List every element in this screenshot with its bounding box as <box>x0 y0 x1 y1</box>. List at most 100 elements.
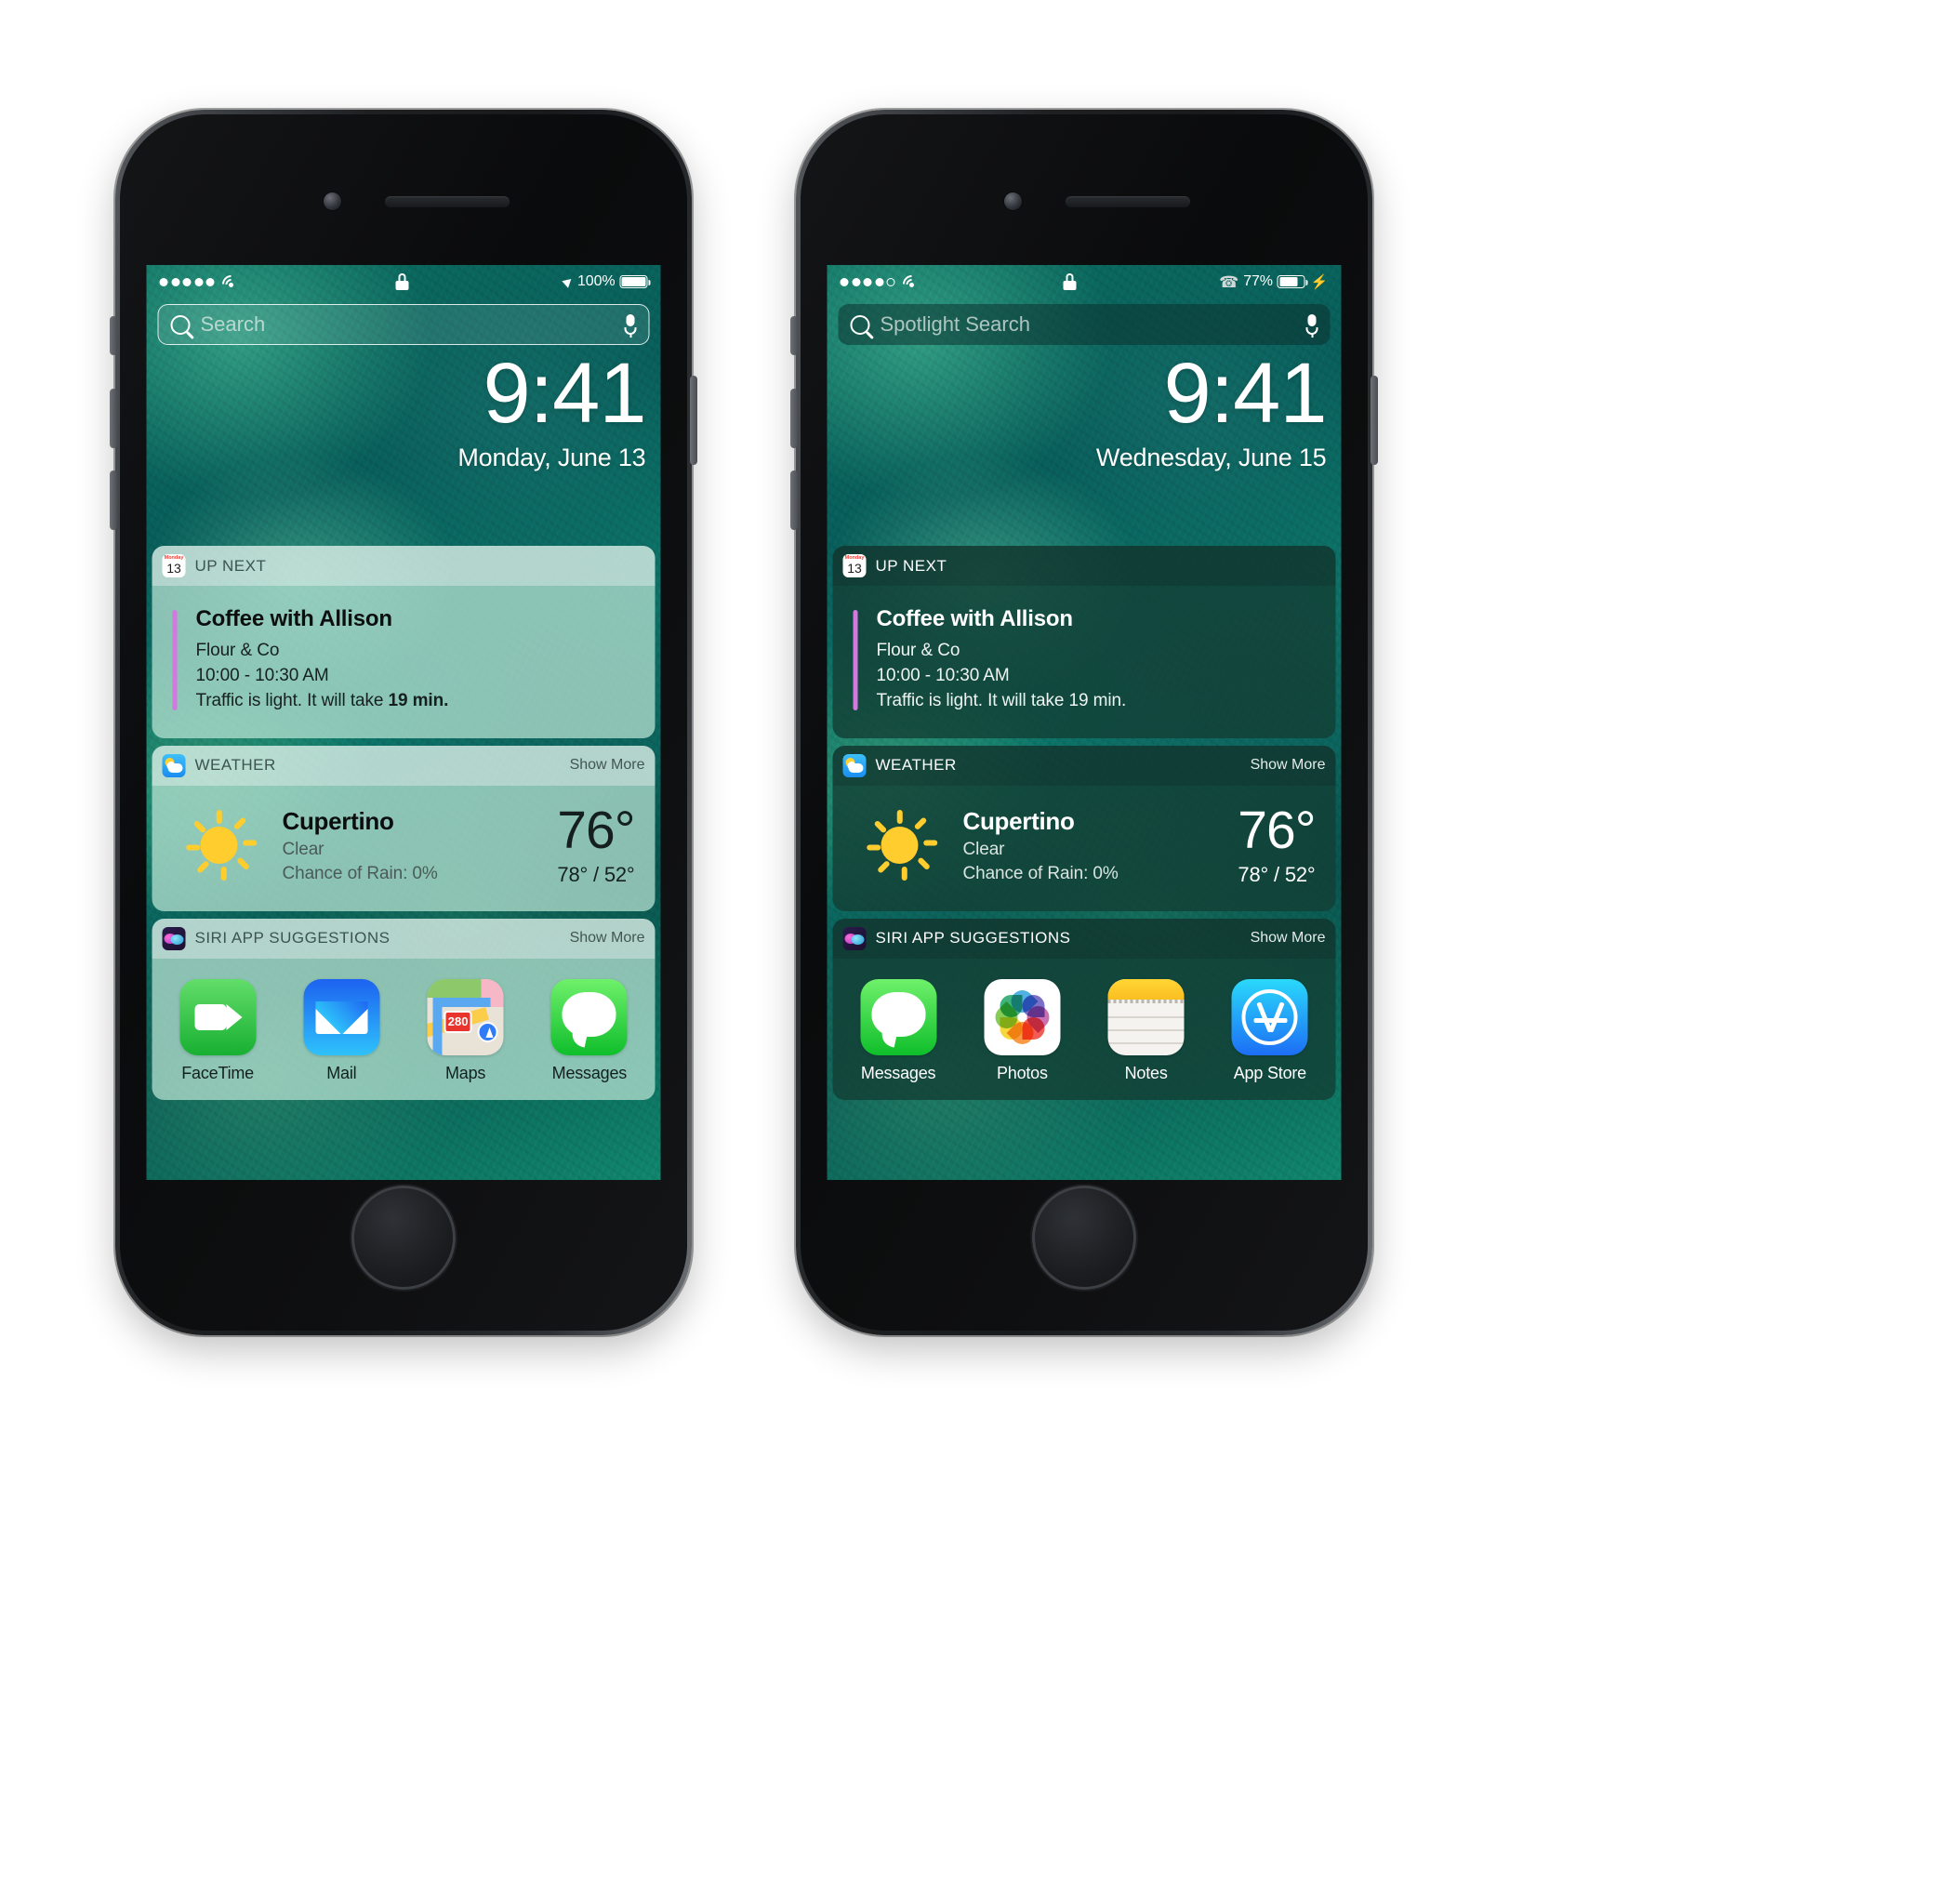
widget-title: SIRI APP SUGGESTIONS <box>194 929 391 948</box>
search-icon <box>850 314 870 335</box>
show-more-button[interactable]: Show More <box>1251 930 1326 947</box>
front-camera <box>324 192 341 210</box>
traffic-prefix: Traffic is light. It will take <box>876 690 1069 710</box>
widget-up-next-right[interactable]: Monday 13 UP NEXT Coffee with Allison Fl… <box>832 546 1336 738</box>
widget-body: Cupertino Clear Chance of Rain: 0% 76° 7… <box>152 785 656 911</box>
status-bar-left: 100% <box>147 265 661 298</box>
battery-percent-label: 77% <box>1243 273 1273 289</box>
app-suggestion-messages[interactable]: Messages <box>837 978 960 1083</box>
weather-current-temp: 76° <box>1238 800 1316 860</box>
siri-icon <box>842 926 867 950</box>
event-accent-bar <box>172 610 178 710</box>
status-left-group <box>840 271 924 297</box>
earpiece-speaker <box>385 196 510 207</box>
weather-condition: Clear <box>282 839 324 859</box>
app-suggestion-maps[interactable]: 280 Maps <box>404 978 527 1083</box>
widget-title: UP NEXT <box>875 556 947 575</box>
calendar-day: 13 <box>166 561 181 576</box>
traffic-duration: 19 min. <box>1068 690 1127 710</box>
messages-icon <box>550 978 628 1055</box>
widget-header: Monday 13 UP NEXT <box>152 546 656 586</box>
messages-icon <box>860 978 937 1055</box>
widget-title: SIRI APP SUGGESTIONS <box>875 929 1071 948</box>
status-right-group: ☎ 77% ⚡ <box>1219 273 1328 290</box>
lockscreen-clock-right: 9:41 Wednesday, June 15 <box>1096 351 1328 472</box>
phone-screen-right: ☎ 77% ⚡ Spotlight Search 9:41 Wednesday,… <box>827 265 1342 1180</box>
show-more-button[interactable]: Show More <box>570 757 645 774</box>
show-more-button[interactable]: Show More <box>570 930 645 947</box>
search-icon <box>170 314 191 335</box>
microphone-icon[interactable] <box>1305 314 1318 338</box>
app-suggestion-photos[interactable]: Photos <box>960 978 1084 1083</box>
weather-icon <box>842 753 867 777</box>
notes-icon <box>1107 978 1185 1055</box>
widget-title: WEATHER <box>194 756 276 775</box>
battery-percent-label: 100% <box>576 273 616 289</box>
microphone-icon[interactable] <box>624 314 637 338</box>
facetime-icon <box>179 978 257 1055</box>
app-label: FaceTime <box>181 1063 254 1082</box>
search-bar-right[interactable]: Spotlight Search <box>838 304 1331 345</box>
app-label: Mail <box>326 1063 357 1082</box>
siri-icon <box>162 926 186 950</box>
volume-down-button[interactable] <box>110 470 117 530</box>
widget-siri-suggestions-right[interactable]: SIRI APP SUGGESTIONS Show More Messages <box>832 918 1336 1100</box>
lock-icon <box>1063 273 1077 290</box>
widget-weather-right[interactable]: WEATHER Show More Cupertino Clear Chance… <box>832 745 1336 911</box>
event-time: 10:00 - 10:30 AM <box>195 665 329 685</box>
widget-stack-right: Monday 13 UP NEXT Coffee with Allison Fl… <box>832 546 1336 1180</box>
event-location: Flour & Co <box>195 641 280 660</box>
ring-switch[interactable] <box>790 316 798 355</box>
widget-header: WEATHER Show More <box>152 745 656 786</box>
phone-screen-left: 100% Search 9:41 Monday, June 13 Monday … <box>146 265 661 1180</box>
app-label: Photos <box>996 1063 1048 1082</box>
wifi-icon <box>218 271 244 297</box>
weather-current-temp: 76° <box>557 800 635 860</box>
show-more-button[interactable]: Show More <box>1251 757 1326 774</box>
app-suggestion-facetime[interactable]: FaceTime <box>156 978 280 1083</box>
search-input[interactable]: Search <box>201 312 625 337</box>
event-location: Flour & Co <box>876 641 960 660</box>
widget-siri-suggestions-left[interactable]: SIRI APP SUGGESTIONS Show More FaceTime … <box>152 918 656 1100</box>
home-button[interactable] <box>1032 1186 1136 1290</box>
event-traffic: Traffic is light. It will take 19 min. <box>196 689 449 714</box>
widget-body: Messages Photos Notes App Store <box>832 958 1336 1100</box>
battery-icon <box>1277 275 1308 288</box>
app-suggestion-notes[interactable]: Notes <box>1084 978 1208 1083</box>
app-label: Notes <box>1124 1063 1168 1082</box>
weather-city: Cupertino <box>962 806 1075 835</box>
earpiece-speaker <box>1066 196 1190 207</box>
power-button[interactable] <box>1371 376 1378 465</box>
traffic-prefix: Traffic is light. It will take <box>195 690 389 710</box>
charging-bolt-icon: ⚡ <box>1310 273 1329 290</box>
widget-header: SIRI APP SUGGESTIONS Show More <box>832 918 1336 959</box>
widget-up-next-left[interactable]: Monday 13 UP NEXT Coffee with Allison Fl… <box>152 546 656 738</box>
weather-info: Cupertino Clear Chance of Rain: 0% <box>963 807 1238 884</box>
app-label: Messages <box>860 1063 936 1082</box>
volume-up-button[interactable] <box>110 389 117 448</box>
widget-weather-left[interactable]: WEATHER Show More Cupertino Clear Chance… <box>152 745 656 911</box>
appstore-icon <box>1231 978 1308 1055</box>
ring-switch[interactable] <box>110 316 117 355</box>
search-bar-left[interactable]: Search <box>157 304 650 345</box>
location-arrow-icon <box>562 275 576 288</box>
weather-high-low: 78° / 52° <box>557 862 635 886</box>
app-suggestion-mail[interactable]: Mail <box>280 978 404 1083</box>
widget-body: Coffee with Allison Flour & Co 10:00 - 1… <box>152 586 656 738</box>
volume-up-button[interactable] <box>790 389 798 448</box>
volume-down-button[interactable] <box>790 470 798 530</box>
power-button[interactable] <box>690 376 697 465</box>
widget-stack-left: Monday 13 UP NEXT Coffee with Allison Fl… <box>152 546 656 1180</box>
status-right-group: 100% <box>562 273 651 290</box>
event-details: Coffee with Allison Flour & Co 10:00 - 1… <box>877 606 1127 714</box>
app-label: Messages <box>551 1063 628 1082</box>
app-suggestion-appstore[interactable]: App Store <box>1208 978 1331 1083</box>
app-suggestion-messages[interactable]: Messages <box>527 978 651 1083</box>
home-button[interactable] <box>351 1186 456 1290</box>
sun-icon <box>180 806 258 884</box>
event-accent-bar <box>853 610 858 710</box>
search-input[interactable]: Spotlight Search <box>881 312 1306 337</box>
weather-condition: Clear <box>962 839 1005 859</box>
mail-icon <box>303 978 380 1055</box>
widget-body: FaceTime Mail 280 Maps Messages <box>152 958 656 1100</box>
